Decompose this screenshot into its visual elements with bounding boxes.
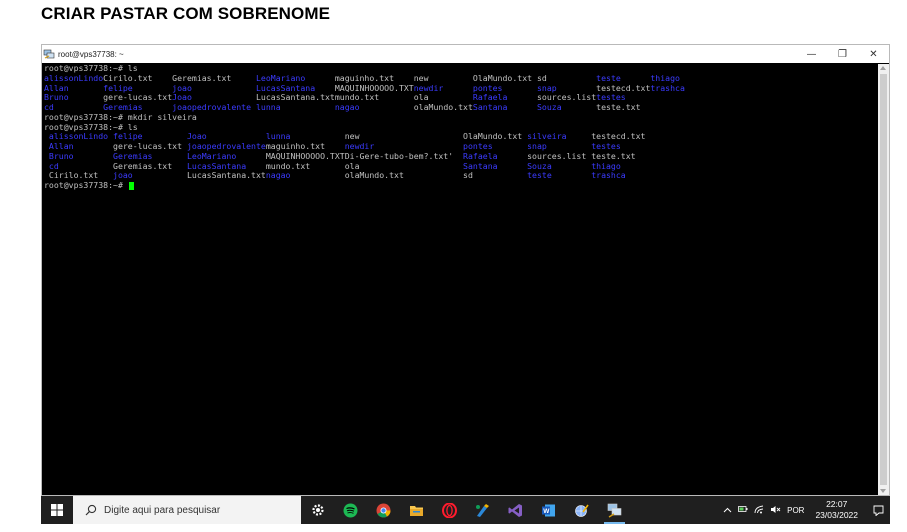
terminal-output[interactable]: root@vps37738:~# ls alissonLindo Cirilo.tx… xyxy=(43,64,877,495)
terminal-line: Cirilo.txt joao LucasSantana.txt nagao olaMu… xyxy=(43,170,877,181)
terminal-cursor xyxy=(128,181,134,190)
system-tray: POR 22:07 23/03/2022 xyxy=(720,496,890,524)
taskbar-search-box[interactable]: Digite aqui para pesquisar xyxy=(73,496,301,524)
putty-icon xyxy=(43,48,55,60)
scroll-down-icon[interactable] xyxy=(880,489,886,493)
window-titlebar[interactable]: root@vps37738: ~ — ❐ ✕ xyxy=(42,45,889,63)
clock-time: 22:07 xyxy=(826,499,848,509)
taskbar-opera[interactable] xyxy=(433,496,466,524)
maximize-button[interactable]: ❐ xyxy=(827,45,858,63)
taskbar-spotify[interactable] xyxy=(334,496,367,524)
taskbar-app-globe[interactable] xyxy=(565,496,598,524)
terminal-line: Allan gere-lucas.txt joaopedrovalente magui… xyxy=(43,141,877,152)
terminal-dir-entry: lunna xyxy=(255,102,281,112)
terminal-line: root@vps37738:~# mkdir silveira xyxy=(43,112,877,123)
battery-icon[interactable] xyxy=(738,505,748,515)
notification-button[interactable] xyxy=(866,496,890,524)
minimize-button[interactable]: — xyxy=(796,45,827,63)
terminal-text: olaMundo.txt xyxy=(344,170,404,181)
terminal-line: root@vps37738:~# ls xyxy=(43,64,877,74)
terminal-dir-entry: Souza xyxy=(537,102,562,112)
terminal-dir-entry: teste xyxy=(527,170,552,181)
terminal-dir-entry: nagao xyxy=(265,170,291,181)
terminal-scrollbar[interactable] xyxy=(878,64,889,495)
terminal-text: olaMundo.txt xyxy=(413,102,473,112)
scrollbar-thumb[interactable] xyxy=(880,74,887,485)
speaker-muted-icon[interactable] xyxy=(770,505,781,516)
terminal-line: root@vps37738:~# xyxy=(43,180,877,191)
word-icon: W xyxy=(542,504,555,516)
taskbar-word[interactable]: W xyxy=(532,496,565,524)
search-icon xyxy=(85,504,97,516)
terminal-text: teste.txt xyxy=(596,102,641,112)
chevron-up-icon[interactable] xyxy=(723,506,732,515)
gear-icon xyxy=(311,504,324,516)
search-placeholder: Digite aqui para pesquisar xyxy=(104,504,221,516)
language-indicator[interactable]: POR xyxy=(787,506,804,515)
terminal-text: sd xyxy=(463,170,473,181)
start-button[interactable] xyxy=(41,496,73,524)
putty-window[interactable]: root@vps37738: ~ — ❐ ✕ root@vps37738:~# … xyxy=(41,44,890,496)
terminal-dir-entry: trashca xyxy=(650,82,685,93)
terminal-line: cd Geremias.txt LucasSantana mundo.txt ola Sa… xyxy=(43,161,877,172)
close-button[interactable]: ✕ xyxy=(858,45,889,63)
taskbar-settings[interactable] xyxy=(301,496,334,524)
terminal-line: alissonLindo Cirilo.txt Geremias.txt LeoMar… xyxy=(43,73,877,84)
terminal-dir-entry: nagao xyxy=(334,102,360,112)
taskbar-chrome[interactable] xyxy=(367,496,400,524)
windows-logo-icon xyxy=(51,504,63,516)
opera-icon xyxy=(442,502,457,518)
windows-taskbar: Digite aqui para pesquisar W POR 22:07 2… xyxy=(41,496,890,524)
window-title: root@vps37738: ~ xyxy=(58,49,124,59)
scroll-up-icon[interactable] xyxy=(880,66,886,70)
paint-icon xyxy=(476,503,489,517)
visual-studio-icon xyxy=(508,503,522,517)
clock-date: 23/03/2022 xyxy=(815,510,858,520)
wifi-icon[interactable] xyxy=(754,505,764,516)
terminal-line: root@vps37738:~# ls xyxy=(43,122,877,133)
chrome-icon xyxy=(376,503,391,517)
folder-icon xyxy=(410,505,423,516)
terminal-dir-entry: Santana xyxy=(472,102,508,112)
terminal-text: LucasSantana.txt xyxy=(186,170,266,181)
putty-taskbar-icon xyxy=(607,503,622,518)
taskbar-visual-studio[interactable] xyxy=(499,496,532,524)
taskbar-app-blue[interactable] xyxy=(466,496,499,524)
taskbar-putty[interactable] xyxy=(598,496,631,524)
notification-icon xyxy=(873,505,883,516)
globe-pen-icon xyxy=(575,504,589,517)
spotify-icon xyxy=(343,503,358,517)
terminal-dir-entry: trashca xyxy=(591,170,626,181)
terminal-text: root@vps37738:~# xyxy=(44,180,134,191)
taskbar-clock[interactable]: 22:07 23/03/2022 xyxy=(815,499,858,521)
page-heading: CRIAR PASTAR COM SOBRENOME xyxy=(41,4,331,23)
svg-text:W: W xyxy=(543,508,550,515)
taskbar-file-explorer[interactable] xyxy=(400,496,433,524)
